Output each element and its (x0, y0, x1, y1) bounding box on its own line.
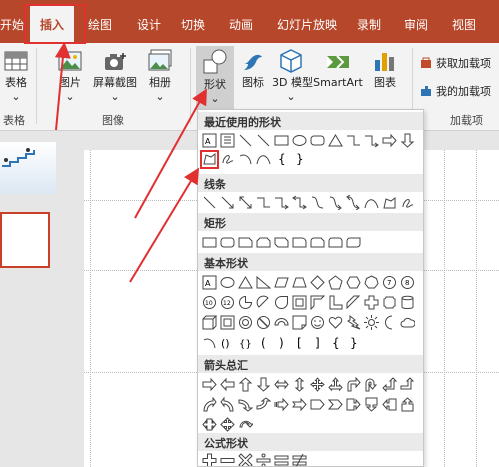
arrow-to-freeform-shape (129, 167, 200, 283)
arrow-to-shapes-button (134, 88, 207, 219)
annotation-arrows (54, 42, 207, 283)
arrow-to-insert-tab (54, 42, 71, 131)
